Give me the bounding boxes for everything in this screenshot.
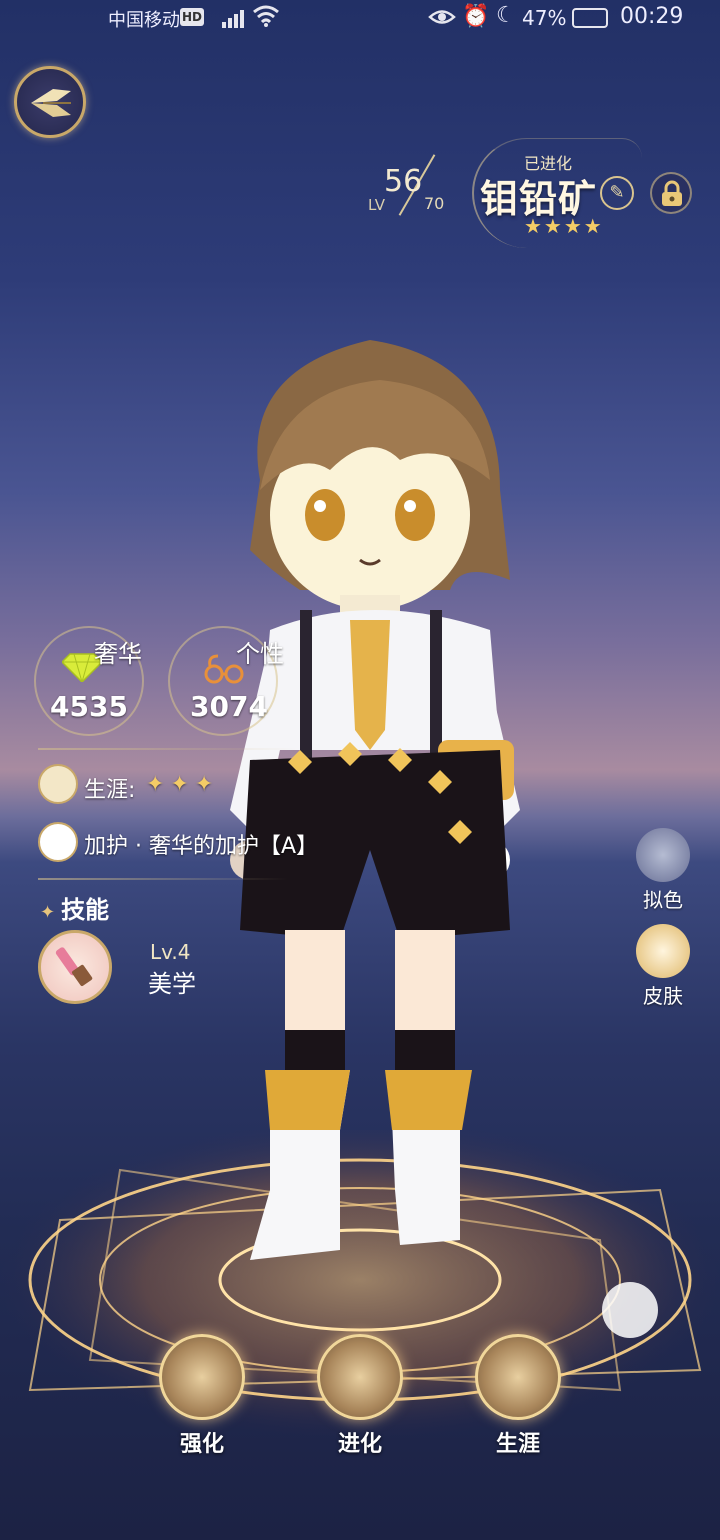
blessing-icon	[38, 822, 78, 862]
career-button-label: 生涯	[495, 1432, 540, 1457]
level-label: LV	[368, 196, 385, 214]
luxury-value: 4535	[50, 690, 128, 723]
back-button[interactable]	[14, 66, 86, 138]
skin-icon	[636, 924, 690, 978]
skills-title: ✦ 技能	[40, 896, 110, 924]
lock-icon	[662, 180, 682, 206]
evolve-button[interactable]: 进化	[310, 1334, 410, 1458]
career-icon	[38, 764, 78, 804]
moon-icon: ☾	[496, 3, 516, 28]
wifi-icon	[253, 5, 279, 27]
lock-button[interactable]	[650, 172, 692, 214]
level-current: 56	[384, 164, 423, 199]
skin-button[interactable]: 皮肤	[628, 924, 698, 1009]
personality-label: 个性	[236, 640, 284, 668]
back-wings-icon	[31, 89, 71, 117]
battery-icon	[572, 8, 608, 28]
clock: 00:29	[620, 4, 684, 29]
evolve-icon	[317, 1334, 403, 1420]
paintbrush-icon[interactable]	[38, 930, 112, 1004]
character-figure	[230, 340, 520, 1260]
personality-value: 3074	[190, 690, 268, 723]
blessing-text: 加护 · 奢华的加护【A】	[84, 834, 319, 859]
alarm-icon: ⏰	[462, 4, 490, 29]
enhance-label: 强化	[179, 1432, 224, 1457]
skin-label: 皮肤	[643, 984, 683, 1008]
blessing-divider	[38, 878, 288, 880]
luxury-label: 奢华	[94, 640, 142, 668]
career-label: 生涯:	[84, 778, 136, 803]
signal-icon	[222, 8, 246, 28]
skills-bullet-icon: ✦	[40, 902, 56, 923]
career-button[interactable]: 生涯	[468, 1334, 568, 1458]
palette-button[interactable]: 拟色	[628, 828, 698, 913]
skill-name: 美学	[148, 970, 196, 998]
hd-badge: HD	[180, 8, 204, 26]
palette-label: 拟色	[643, 888, 683, 912]
enhance-button[interactable]: 强化	[152, 1334, 252, 1458]
career-stars: ✦✦✦	[146, 772, 220, 797]
career-book-icon	[475, 1334, 561, 1420]
status-bar: 中国移动 HD ⏰ ☾ 47% 00:29	[0, 0, 720, 36]
skill-level: Lv.4	[150, 940, 191, 964]
palette-icon	[636, 828, 690, 882]
evolve-label: 进化	[337, 1432, 382, 1457]
battery-percent: 47%	[522, 6, 567, 30]
level-max: 70	[424, 194, 445, 213]
stats-divider	[38, 748, 298, 750]
planet-icon	[159, 1334, 245, 1420]
rarity-stars: ★★★★	[524, 214, 604, 238]
carrier-label: 中国移动	[108, 10, 180, 31]
eye-icon	[428, 10, 456, 24]
pencil-icon[interactable]: ✎	[600, 176, 634, 210]
